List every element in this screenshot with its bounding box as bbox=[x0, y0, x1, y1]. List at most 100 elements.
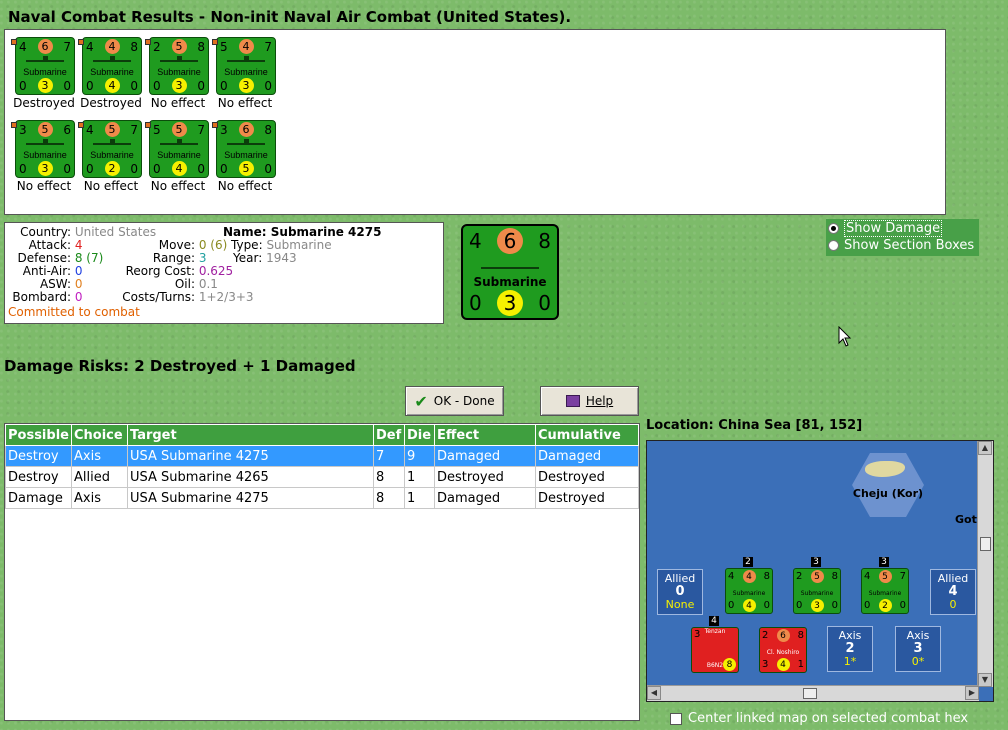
oil-label: Oil: bbox=[174, 277, 195, 291]
unit-asw: 4 bbox=[171, 161, 187, 176]
combat-hex-map[interactable]: Cheju (Kor) Got Allied 0 None Allied 4 0… bbox=[646, 440, 994, 702]
radio-selected-icon[interactable] bbox=[828, 223, 839, 234]
unit-asw: 3 bbox=[238, 78, 254, 93]
scroll-left-icon[interactable]: ◀ bbox=[647, 686, 661, 700]
type-value: Submarine bbox=[266, 238, 332, 252]
unit-attack: 3 bbox=[220, 122, 228, 137]
axis-box-2[interactable]: Axis 3 0* bbox=[895, 626, 941, 672]
col-possible[interactable]: Possible bbox=[5, 424, 72, 446]
counter-attack: 4 bbox=[469, 229, 482, 253]
map-vertical-scrollbar[interactable]: ▲ ▼ bbox=[977, 441, 993, 687]
unit-bombard: 0 bbox=[197, 78, 205, 93]
unit-counter[interactable]: 4 5 7 Submarine 0 2 0 bbox=[78, 120, 142, 178]
unit-defense: 5 bbox=[37, 122, 53, 137]
result-unit[interactable]: 5 5 7 Submarine 0 4 0 No effect bbox=[145, 120, 211, 193]
unit-attack: 4 bbox=[728, 571, 735, 582]
map-horizontal-scrollbar[interactable]: ◀ ▶ bbox=[647, 685, 979, 701]
unit-move: 8 bbox=[130, 39, 138, 54]
vertical-scroll-thumb[interactable] bbox=[980, 537, 991, 551]
horizontal-scroll-thumb[interactable] bbox=[803, 688, 817, 699]
table-row[interactable]: Destroy Axis USA Submarine 4275 7 9 Damaged Da… bbox=[5, 445, 639, 467]
allied-sub-2: 0 bbox=[949, 598, 957, 611]
unit-counter[interactable]: 4 6 7 Submarine 0 3 0 bbox=[11, 37, 75, 95]
combat-results-table: Possible Choice Target Def Die Effect Cu… bbox=[4, 423, 640, 721]
map-unit-counter[interactable]: 4 5 7 Submarine 0 2 0 bbox=[861, 568, 909, 614]
allied-count-2: 4 bbox=[948, 584, 958, 599]
col-die[interactable]: Die bbox=[404, 424, 435, 446]
col-target[interactable]: Target bbox=[127, 424, 374, 446]
location-label: Location: China Sea [81, 152] bbox=[646, 418, 863, 433]
col-choice[interactable]: Choice bbox=[71, 424, 128, 446]
unit-counter[interactable]: 5 5 7 Submarine 0 4 0 bbox=[145, 120, 209, 178]
allied-box-left[interactable]: Allied 0 None bbox=[657, 569, 703, 615]
axis-unit-counter[interactable]: 2 6 8 Cl. Noshiro 3 4 1 bbox=[759, 627, 807, 673]
table-row[interactable]: Damage Axis USA Submarine 4275 8 1 Damaged Des… bbox=[5, 487, 639, 509]
show-section-boxes-option[interactable]: Show Section Boxes bbox=[828, 238, 974, 253]
col-cumulative[interactable]: Cumulative bbox=[535, 424, 639, 446]
allied-sub: None bbox=[665, 598, 695, 611]
unit-counter[interactable]: 3 5 6 Submarine 0 3 0 bbox=[11, 120, 75, 178]
unit-counter[interactable]: 3 6 8 Submarine 0 5 0 bbox=[212, 120, 276, 178]
col-effect[interactable]: Effect bbox=[434, 424, 536, 446]
center-map-checkbox[interactable] bbox=[670, 712, 682, 725]
map-unit-counter[interactable]: 4 4 8 Submarine 0 4 0 bbox=[725, 568, 773, 614]
result-unit[interactable]: 4 5 7 Submarine 0 2 0 No effect bbox=[78, 120, 144, 193]
col-def[interactable]: Def bbox=[373, 424, 405, 446]
unit-asw: 4 bbox=[776, 658, 790, 671]
result-label: No effect bbox=[217, 179, 273, 193]
result-unit[interactable]: 4 6 7 Submarine 0 3 0 Destroyed bbox=[11, 37, 77, 110]
unit-name: Submarine bbox=[23, 150, 67, 160]
axis-unit-counter[interactable]: 3 Tenzan 8 B6N2 bbox=[691, 627, 739, 673]
radio-unselected-icon[interactable] bbox=[828, 240, 839, 251]
map-unit-counter[interactable]: 2 5 8 Submarine 0 3 0 bbox=[793, 568, 841, 614]
center-map-checkbox-row[interactable]: Center linked map on selected combat hex bbox=[670, 711, 968, 726]
unit-defense: 6 bbox=[238, 122, 254, 137]
allied-box-right[interactable]: Allied 4 0 bbox=[930, 569, 976, 615]
table-cell: Damaged bbox=[535, 445, 639, 467]
checkmark-icon: ✔ bbox=[414, 391, 428, 411]
scroll-right-icon[interactable]: ▶ bbox=[965, 686, 979, 700]
show-damage-option[interactable]: Show Damage bbox=[828, 220, 943, 237]
unit-asw: 4 bbox=[104, 78, 120, 93]
axis-box-1[interactable]: Axis 2 1* bbox=[827, 626, 873, 672]
table-cell: Destroy bbox=[5, 466, 72, 488]
result-unit[interactable]: 5 4 7 Submarine 0 3 0 No effect bbox=[212, 37, 278, 110]
unit-aa: 0 bbox=[220, 78, 228, 93]
unit-name: Cl. Noshiro bbox=[766, 649, 800, 656]
name-value: Submarine 4275 bbox=[270, 225, 382, 239]
nation-flag-icon bbox=[78, 39, 84, 45]
center-map-label[interactable]: Center linked map on selected combat hex bbox=[688, 711, 968, 726]
combat-results-panel: 4 6 7 Submarine 0 3 0 Destroyed 4 4 8 Submarine 0 4 0 D… bbox=[4, 29, 946, 215]
result-unit[interactable]: 2 5 8 Submarine 0 3 0 No effect bbox=[145, 37, 211, 110]
unit-counter[interactable]: 5 4 7 Submarine 0 3 0 bbox=[212, 37, 276, 95]
unit-move: 8 bbox=[797, 630, 804, 641]
scroll-up-icon[interactable]: ▲ bbox=[978, 441, 992, 455]
unit-defense: 5 bbox=[104, 122, 120, 137]
show-sections-label[interactable]: Show Section Boxes bbox=[844, 238, 974, 253]
bombard-value: 0 bbox=[74, 290, 83, 304]
nation-flag-icon bbox=[212, 39, 218, 45]
scroll-down-icon[interactable]: ▼ bbox=[978, 673, 992, 687]
unit-bombard: 0 bbox=[63, 161, 71, 176]
unit-counter[interactable]: 2 5 8 Submarine 0 3 0 bbox=[145, 37, 209, 95]
antiair-label: Anti-Air: bbox=[22, 264, 71, 278]
help-button[interactable]: Help bbox=[540, 386, 639, 416]
unit-move: 7 bbox=[899, 571, 906, 582]
unit-asw: 3 bbox=[810, 599, 824, 612]
table-cell: Damaged bbox=[434, 445, 536, 467]
ok-done-button[interactable]: ✔ OK - Done bbox=[405, 386, 504, 416]
unit-name: Submarine bbox=[224, 150, 268, 160]
move-value: 0 (6) bbox=[198, 238, 228, 252]
table-cell: USA Submarine 4275 bbox=[127, 445, 374, 467]
show-damage-label[interactable]: Show Damage bbox=[844, 220, 943, 237]
selected-unit-counter: 468 Submarine 030 bbox=[461, 224, 559, 320]
result-unit[interactable]: 3 6 8 Submarine 0 5 0 No effect bbox=[212, 120, 278, 193]
unit-counter[interactable]: 4 4 8 Submarine 0 4 0 bbox=[78, 37, 142, 95]
result-unit[interactable]: 4 4 8 Submarine 0 4 0 Destroyed bbox=[78, 37, 144, 110]
unit-aa: 0 bbox=[86, 78, 94, 93]
result-label: No effect bbox=[150, 179, 206, 193]
result-unit[interactable]: 3 5 6 Submarine 0 3 0 No effect bbox=[11, 120, 77, 193]
result-label: No effect bbox=[150, 96, 206, 110]
unit-name: Submarine bbox=[868, 590, 902, 597]
table-row[interactable]: Destroy Allied USA Submarine 4265 8 1 Destroy… bbox=[5, 466, 639, 488]
